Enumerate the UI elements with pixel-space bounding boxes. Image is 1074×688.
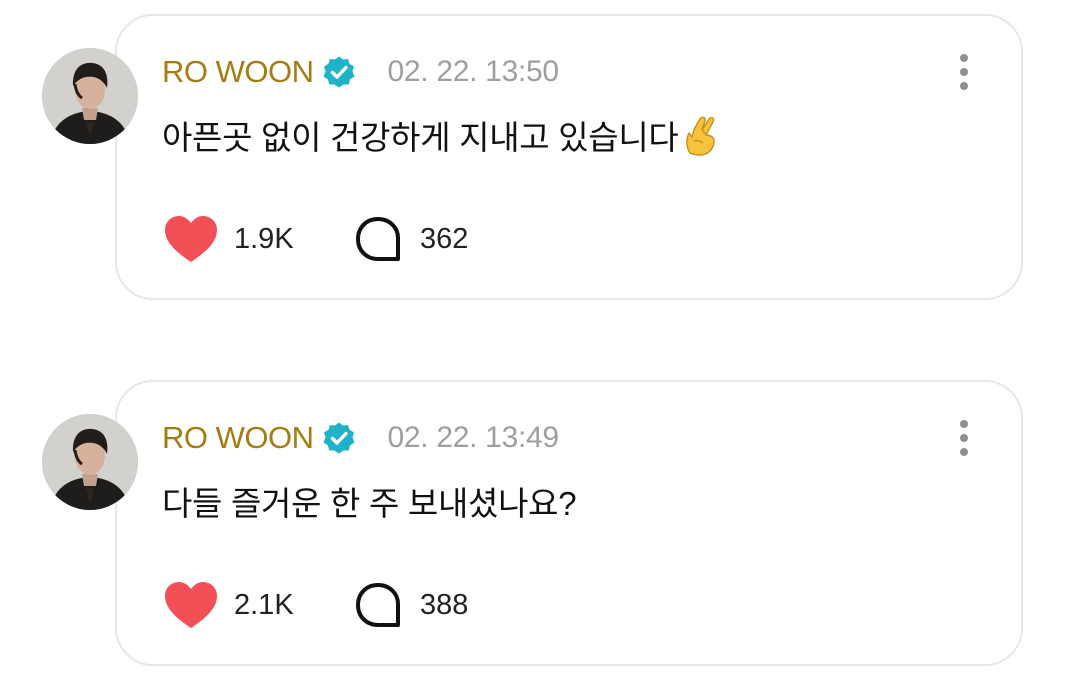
verified-badge-icon <box>322 421 356 455</box>
comment-bubble-icon[interactable] <box>354 215 402 263</box>
avatar[interactable] <box>42 48 138 144</box>
crossed-fingers-icon <box>682 113 720 157</box>
post-text: 다들 즐거운 한 주 보내셨나요? <box>162 485 577 522</box>
more-vertical-icon[interactable] <box>954 52 976 92</box>
verified-badge-icon <box>322 55 356 89</box>
author-name[interactable]: RO WOON <box>162 420 314 456</box>
post-text: 아픈곳 없이 건강하게 지내고 있습니다 <box>162 119 679 156</box>
comment-count: 362 <box>420 222 469 255</box>
post-text-row: 아픈곳 없이 건강하게 지내고 있습니다 <box>162 110 720 160</box>
avatar[interactable] <box>42 414 138 510</box>
like-count: 1.9K <box>234 222 294 255</box>
post-header: RO WOON 02. 22. 13:50 <box>162 52 559 92</box>
post-feed: RO WOON 02. 22. 13:50 아픈곳 없이 건강하게 지내고 있습… <box>0 0 1074 688</box>
post-actions: 2.1K 388 <box>162 580 468 630</box>
post-timestamp: 02. 22. 13:50 <box>387 55 560 88</box>
heart-icon[interactable] <box>162 580 220 630</box>
post-actions: 1.9K 362 <box>162 214 468 264</box>
post-header: RO WOON 02. 22. 13:49 <box>162 418 559 458</box>
more-vertical-icon[interactable] <box>954 418 976 458</box>
comment-count: 388 <box>420 588 469 621</box>
comment-bubble-icon[interactable] <box>354 581 402 629</box>
post-timestamp: 02. 22. 13:49 <box>387 421 560 454</box>
heart-icon[interactable] <box>162 214 220 264</box>
post-card[interactable]: RO WOON 02. 22. 13:49 다들 즐거운 한 주 보내셨나요? … <box>0 366 1074 666</box>
post-card[interactable]: RO WOON 02. 22. 13:50 아픈곳 없이 건강하게 지내고 있습… <box>0 0 1074 300</box>
like-count: 2.1K <box>234 588 294 621</box>
author-name[interactable]: RO WOON <box>162 54 314 90</box>
post-text-row: 다들 즐거운 한 주 보내셨나요? <box>162 476 577 526</box>
